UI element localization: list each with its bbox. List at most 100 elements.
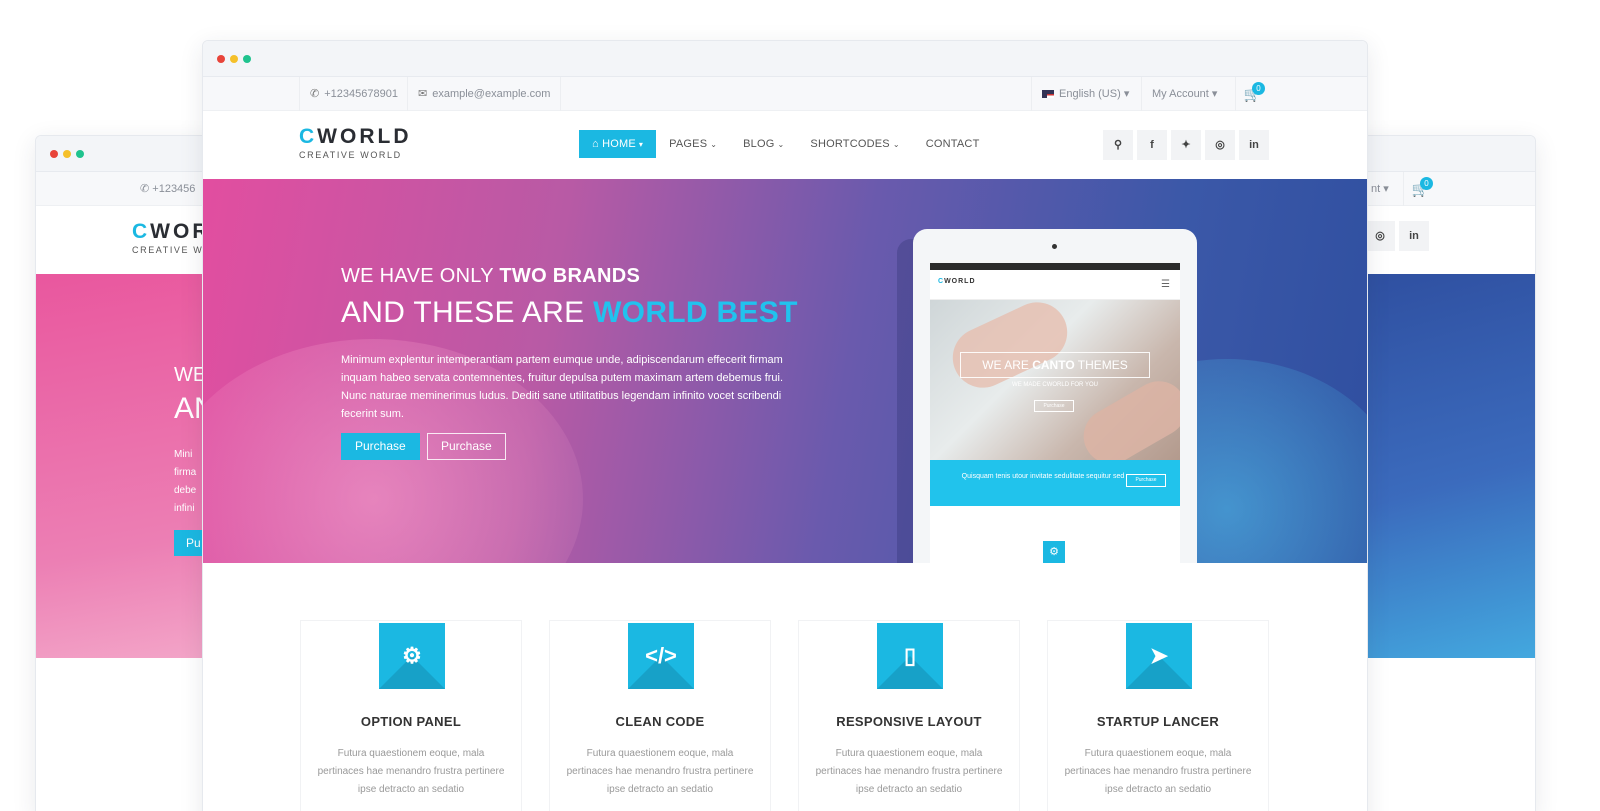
back-hero-body: Mini firma debe infini <box>174 449 197 514</box>
window-dot-red[interactable] <box>50 150 58 158</box>
nav-item-home[interactable]: ⌂ HOME ▾ <box>579 130 657 158</box>
hamburger-icon: ☰ <box>1161 279 1170 290</box>
nav-item-pages[interactable]: PAGES ⌄ <box>656 130 730 158</box>
envelope-icon: ✉ <box>418 88 428 100</box>
window-dot-yellow[interactable] <box>63 150 71 158</box>
purchase-button-primary[interactable]: Purchase <box>341 433 420 460</box>
feature-title: OPTION PANEL <box>360 714 462 729</box>
logo-tagline: CREATIVE W <box>132 245 204 255</box>
logo-tagline: CREATIVE WORLD <box>299 150 402 160</box>
chevron-down-icon: ▾ <box>638 140 644 149</box>
code-icon: </> <box>645 643 677 668</box>
chevron-down-icon: ⌄ <box>777 140 785 149</box>
tablet-cta-band: Quisquam tenis utour invitate sedulitate… <box>930 460 1180 506</box>
tablet-logo: CWORLD <box>938 278 976 285</box>
tablet-cta-text: Quisquam tenis utour invitate sedulitate… <box>961 473 1125 480</box>
language-label: English (US) <box>1059 88 1121 100</box>
logo-mark-c: C <box>299 125 318 148</box>
chevron-down-icon: ▾ <box>1211 88 1218 100</box>
hero-subtitle: WE HAVE ONLY TWO BRANDS <box>341 265 641 287</box>
tablet-screen: CWORLD ☰ WE ARE CANTO THEMES WE MADE CWO… <box>930 263 1180 563</box>
feature-icon-box: </> <box>628 623 694 689</box>
back-hero <box>1341 274 1535 658</box>
cart-button[interactable]: 🛒 0 <box>1235 77 1269 111</box>
topbar: nt ▾ 🛒 0 <box>1341 172 1535 206</box>
window-dot-yellow[interactable] <box>230 55 238 63</box>
feature-title: STARTUP LANCER <box>1096 714 1220 729</box>
tablet-cta-button: Purchase <box>1126 474 1166 487</box>
feature-card: </> CLEAN CODE Futura quaestionem eoque,… <box>549 620 771 811</box>
tablet-hero-photo: WE ARE CANTO THEMES WE MADE CWORLD FOR Y… <box>930 292 1180 474</box>
nav-item-shortcodes[interactable]: SHORTCODES ⌄ <box>797 130 912 158</box>
gear-icon: ⚙ <box>1043 541 1065 563</box>
hero-title: AND THESE ARE WORLD BEST <box>341 296 798 329</box>
tablet-mockup: CWORLD ☰ WE ARE CANTO THEMES WE MADE CWO… <box>913 229 1197 563</box>
back-frame-right: nt ▾ 🛒 0 ◎ in <box>1340 135 1536 811</box>
feature-icon-box: ➤ <box>1126 623 1192 689</box>
logo-mark-c: C <box>132 220 151 243</box>
account-menu[interactable]: My Account ▾ <box>1141 77 1227 111</box>
phone-icon: ✆ <box>310 88 320 100</box>
browser-chrome <box>36 136 214 172</box>
browser-chrome <box>203 41 1367 77</box>
window-dot-green[interactable] <box>76 150 84 158</box>
window-dot-green[interactable] <box>243 55 251 63</box>
dribbble-icon[interactable]: ◎ <box>1365 221 1395 251</box>
navbar: CWOR CREATIVE W <box>36 206 214 274</box>
feature-text: Futura quaestionem eoque, mala pertinace… <box>1064 748 1252 795</box>
tablet-hero-title: WE ARE CANTO THEMES <box>960 352 1150 378</box>
back-hero: WE AN Mini firma debe infini Pu <box>36 274 214 658</box>
phone-number: +12345678901 <box>324 88 398 100</box>
feature-icon-box: ⚙ <box>379 623 445 689</box>
main-menu: ⌂ HOME ▾ PAGES ⌄ BLOG ⌄ SHORTCODES ⌄ CONTACT <box>579 130 993 158</box>
phone-text: ✆ +123456 <box>140 183 196 195</box>
social-buttons: ⚲ f ✦ ◎ in <box>1103 130 1269 160</box>
tablet-hero-subtitle: WE MADE CWORLD FOR YOU <box>1012 382 1098 388</box>
tablet-icon: ▯ <box>903 643 917 668</box>
topbar: ✆ +123456 <box>36 172 214 206</box>
navbar: CWORLD CREATIVE WORLD ⌂ HOME ▾ PAGES ⌄ BLO… <box>203 111 1367 179</box>
cart-badge: 0 <box>1252 82 1265 95</box>
navbar: ◎ in <box>1341 206 1535 274</box>
account-label: My Account <box>1152 88 1209 100</box>
cart-badge: 0 <box>1420 177 1433 190</box>
browser-chrome <box>1341 136 1535 172</box>
phone-link[interactable]: ✆ +12345678901 <box>299 77 408 111</box>
nav-item-contact[interactable]: CONTACT <box>913 130 993 158</box>
purchase-button-secondary[interactable]: Purchase <box>427 433 506 460</box>
hero-banner: WE HAVE ONLY TWO BRANDS AND THESE ARE WO… <box>203 179 1367 563</box>
hero-body-text: Minimum explentur intemperantiam partem … <box>341 354 784 420</box>
feature-text: Futura quaestionem eoque, mala pertinace… <box>815 748 1003 795</box>
chevron-down-icon: ▾ <box>1123 88 1130 100</box>
home-icon: ⌂ <box>592 138 603 150</box>
feature-card: ▯ RESPONSIVE LAYOUT Futura quaestionem e… <box>798 620 1020 811</box>
dribbble-icon[interactable]: ◎ <box>1205 130 1235 160</box>
feature-text: Futura quaestionem eoque, mala pertinace… <box>317 748 505 795</box>
cart-icon[interactable]: 🛒 0 <box>1403 172 1437 206</box>
search-icon[interactable]: ⚲ <box>1103 130 1133 160</box>
linkedin-icon[interactable]: in <box>1239 130 1269 160</box>
back-frame-left: ✆ +123456 CWOR CREATIVE W WE AN Mini fir… <box>35 135 215 811</box>
nav-item-blog[interactable]: BLOG ⌄ <box>730 130 797 158</box>
tablet-hero-button: Purchase <box>1034 400 1074 412</box>
feature-card: ➤ STARTUP LANCER Futura quaestionem eoqu… <box>1047 620 1269 811</box>
chevron-down-icon: ⌄ <box>710 140 718 149</box>
topbar: ✆ +12345678901 ✉ example@example.com Engli… <box>203 77 1367 111</box>
chevron-down-icon: ⌄ <box>892 140 900 149</box>
window-dot-red[interactable] <box>217 55 225 63</box>
logo[interactable]: CWOR CREATIVE W <box>132 220 211 255</box>
us-flag-icon <box>1042 90 1054 99</box>
facebook-icon[interactable]: f <box>1137 130 1167 160</box>
account-fragment[interactable]: nt ▾ <box>1371 172 1389 206</box>
gear-icon: ⚙ <box>402 643 422 668</box>
language-selector[interactable]: English (US) ▾ <box>1031 77 1139 111</box>
logo-mark-rest: WORLD <box>317 125 412 148</box>
linkedin-icon[interactable]: in <box>1399 221 1429 251</box>
feature-card: ⚙ OPTION PANEL Futura quaestionem eoque,… <box>300 620 522 811</box>
email-address: example@example.com <box>432 88 551 100</box>
feature-title: RESPONSIVE LAYOUT <box>836 714 982 729</box>
feature-title: CLEAN CODE <box>615 714 705 729</box>
logo[interactable]: CWORLD CREATIVE WORLD <box>299 125 412 160</box>
email-link[interactable]: ✉ example@example.com <box>407 77 562 111</box>
twitter-icon[interactable]: ✦ <box>1171 130 1201 160</box>
